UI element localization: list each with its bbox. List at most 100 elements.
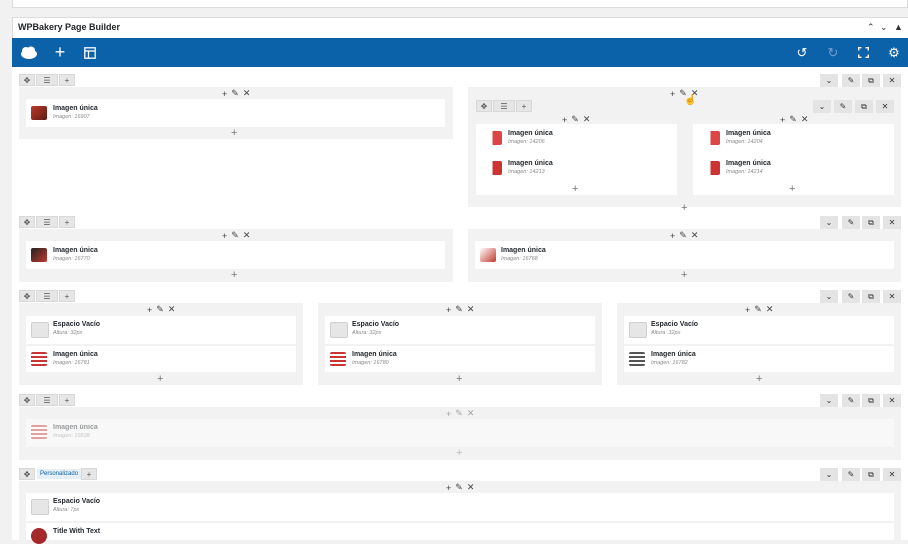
row-edit-icon[interactable]: ✎: [842, 290, 860, 303]
plus-icon[interactable]: +: [52, 38, 68, 67]
add-element-icon[interactable]: +: [572, 184, 578, 195]
add-element-icon[interactable]: +: [456, 374, 462, 385]
add-element-icon[interactable]: +: [157, 374, 163, 385]
row-toggle-icon[interactable]: ⌄: [820, 468, 838, 481]
inner-row-toggle-icon[interactable]: ⌄: [813, 100, 831, 113]
element-block[interactable]: [26, 419, 894, 447]
gear-icon[interactable]: ⚙: [886, 38, 902, 67]
inner-row-delete-icon[interactable]: ✕: [876, 100, 894, 113]
element-block[interactable]: [475, 241, 894, 269]
cloud-icon[interactable]: [18, 38, 40, 67]
row-toggle-icon[interactable]: ⌄: [820, 74, 838, 87]
image-thumbnail: [31, 106, 47, 120]
row-add-column-icon[interactable]: +: [59, 74, 75, 86]
row-add-column-icon[interactable]: +: [59, 216, 75, 228]
element-subtitle: Imagen: 16781: [53, 360, 90, 366]
row-clone-icon[interactable]: ⧉: [862, 394, 880, 407]
row-layout-icon[interactable]: ☰: [36, 74, 58, 86]
inner-row-edit-icon[interactable]: ✎: [834, 100, 852, 113]
row-toggle-icon[interactable]: ⌄: [820, 290, 838, 303]
element-block[interactable]: [26, 346, 296, 372]
element-title: Imagen única: [651, 351, 696, 358]
layout-icon[interactable]: [82, 38, 98, 67]
image-thumbnail: [31, 425, 47, 439]
element-block[interactable]: [325, 346, 595, 372]
column-controls[interactable]: + ✎ ✕: [222, 230, 250, 241]
add-element-icon[interactable]: +: [231, 270, 237, 281]
row-layout-icon[interactable]: ☰: [36, 290, 58, 302]
chevron-up-icon[interactable]: ⌃: [867, 22, 875, 33]
row-toggle-icon[interactable]: ⌄: [820, 216, 838, 229]
row-move-icon[interactable]: ✥: [19, 216, 35, 228]
column-controls[interactable]: + ✎ ✕: [446, 482, 474, 493]
column-controls[interactable]: + ✎ ✕: [446, 304, 474, 315]
row-delete-icon[interactable]: ✕: [883, 394, 901, 407]
element-subtitle: Altura: 7px: [53, 507, 80, 513]
delete-column-icon: ✕: [242, 88, 251, 98]
panel-title: WPBakery Page Builder: [18, 22, 121, 32]
image-thumbnail: [31, 248, 47, 262]
element-title: Espacio Vacío: [53, 321, 101, 328]
inner-row-add-icon[interactable]: +: [516, 100, 532, 112]
add-element-icon[interactable]: +: [456, 448, 462, 459]
row-delete-icon[interactable]: ✕: [883, 468, 901, 481]
redo-icon[interactable]: ↻: [825, 38, 841, 67]
row-add-column-icon[interactable]: +: [59, 394, 75, 406]
row-edit-icon[interactable]: ✎: [842, 216, 860, 229]
row-clone-icon[interactable]: ⧉: [862, 468, 880, 481]
row-add-column-icon[interactable]: +: [81, 468, 97, 480]
element-subtitle: Imagen: 14206: [508, 139, 545, 145]
column-controls[interactable]: + ✎ ✕: [222, 88, 250, 99]
add-inner-element-icon[interactable]: +: [681, 203, 687, 214]
element-block[interactable]: [26, 99, 445, 127]
add-element-icon[interactable]: +: [681, 270, 687, 281]
row-toggle-icon[interactable]: ⌄: [820, 394, 838, 407]
element-subtitle: Imagen: 16770: [53, 256, 90, 262]
element-title: Imagen única: [352, 351, 397, 358]
row-delete-icon[interactable]: ✕: [883, 74, 901, 87]
image-thumbnail: [486, 131, 502, 145]
inner-row-layout-icon[interactable]: ☰: [493, 100, 515, 112]
fullscreen-icon[interactable]: [855, 38, 871, 67]
element-title: Imagen única: [53, 351, 98, 358]
element-block[interactable]: [26, 523, 894, 540]
column-controls[interactable]: + ✎ ✕: [745, 304, 773, 315]
element-subtitle: Imagen: 14204: [726, 139, 763, 145]
row-clone-icon[interactable]: ⧉: [862, 290, 880, 303]
add-element-icon[interactable]: +: [789, 184, 795, 195]
column-controls[interactable]: + ✎ ✕: [147, 304, 175, 315]
collapse-arrow-icon[interactable]: ▲: [894, 22, 903, 32]
row-clone-icon[interactable]: ⧉: [862, 74, 880, 87]
column-controls[interactable]: + ✎ ✕: [446, 408, 474, 419]
empty-space-icon: [31, 499, 49, 515]
undo-icon[interactable]: ↺: [794, 38, 810, 67]
title-text-icon: [31, 528, 47, 544]
element-subtitle: Imagen: 16782: [651, 360, 688, 366]
chevron-down-icon[interactable]: ⌄: [880, 22, 888, 33]
row-layout-icon[interactable]: ☰: [36, 216, 58, 228]
element-subtitle: Imagen: 14213: [508, 169, 545, 175]
row-edit-icon[interactable]: ✎: [842, 74, 860, 87]
row-clone-icon[interactable]: ⧉: [862, 216, 880, 229]
edit-column-icon: ✎: [231, 88, 239, 98]
row-move-icon[interactable]: ✥: [19, 74, 35, 86]
row-move-icon[interactable]: ✥: [19, 468, 35, 480]
row-badge: Personalizado: [37, 469, 82, 479]
row-delete-icon[interactable]: ✕: [883, 216, 901, 229]
inner-row-move-icon[interactable]: ✥: [476, 100, 492, 112]
element-block[interactable]: [26, 241, 445, 269]
row-layout-icon[interactable]: ☰: [36, 394, 58, 406]
row-edit-icon[interactable]: ✎: [842, 394, 860, 407]
row-move-icon[interactable]: ✥: [19, 290, 35, 302]
row-move-icon[interactable]: ✥: [19, 394, 35, 406]
element-block[interactable]: [624, 346, 894, 372]
row-add-column-icon[interactable]: +: [59, 290, 75, 302]
add-element-icon[interactable]: +: [231, 128, 237, 139]
row-edit-icon[interactable]: ✎: [842, 468, 860, 481]
row-delete-icon[interactable]: ✕: [883, 290, 901, 303]
image-thumbnail: [480, 248, 496, 262]
inner-row-clone-icon[interactable]: ⧉: [855, 100, 873, 113]
column-controls[interactable]: + ✎ ✕: [670, 230, 698, 241]
element-block[interactable]: [26, 493, 894, 521]
add-element-icon[interactable]: +: [756, 374, 762, 385]
